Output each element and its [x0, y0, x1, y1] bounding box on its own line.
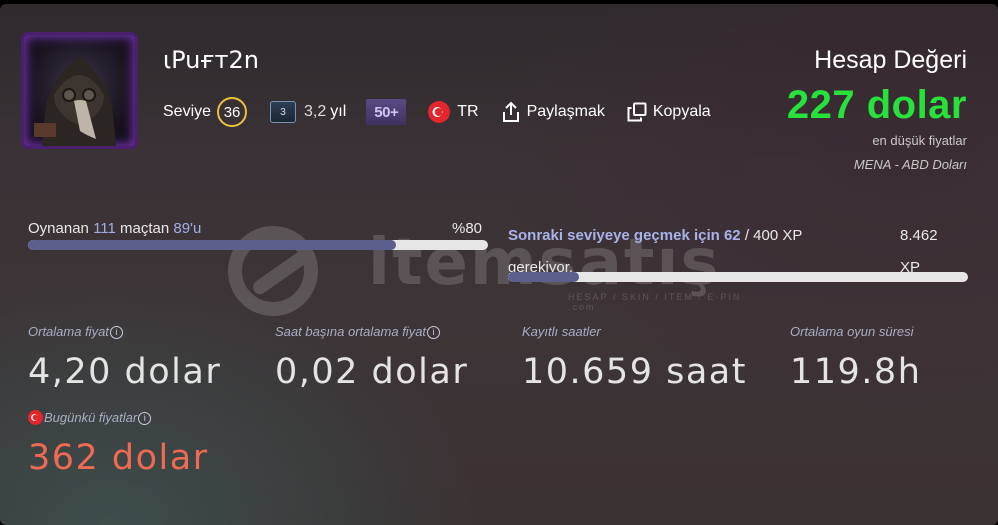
played-prefix: Oynanan — [28, 220, 89, 237]
next-level-rest: / 400 XP — [740, 227, 803, 244]
account-card: itemsatış HESAP / SKIN / ITEM / E-PIN .c… — [0, 4, 998, 525]
xp-progress-bar — [508, 272, 968, 282]
info-icon[interactable]: i — [138, 412, 152, 425]
played-middle: maçtan — [120, 220, 170, 237]
hourly-price-label-text: Saat başına ortalama fiyat — [275, 324, 427, 339]
hourly-price-value: 0,02 dolar — [275, 352, 469, 392]
avg-playtime-label: Ortalama oyun süresi — [790, 324, 914, 339]
avg-playtime-value: 119.8h — [790, 352, 922, 392]
xp-progress-fill — [508, 272, 580, 282]
played-progress-fill — [28, 240, 396, 250]
today-price-label-text: Bugünkü fiyatlar — [44, 410, 138, 425]
account-value-note: en düşük fiyatlar — [872, 133, 967, 148]
account-value-amount: 227 dolar — [786, 83, 967, 127]
country-code: TR — [457, 103, 479, 120]
played-progress-bar — [28, 240, 488, 250]
info-icon[interactable]: i — [427, 326, 441, 339]
profile-meta-row: Seviye 36 3 3,2 yıl 50+ TR Paylaşmak Kop… — [163, 97, 711, 127]
share-button[interactable]: Paylaşmak — [527, 103, 605, 121]
played-total: 89'u — [173, 220, 202, 237]
played-percent: %80 — [452, 220, 483, 237]
watermark-tagline: HESAP / SKIN / ITEM / E-PIN .com — [568, 292, 742, 312]
turkey-flag-icon — [28, 410, 43, 425]
info-icon[interactable]: i — [109, 326, 123, 339]
avg-price-label-text: Ortalama fiyat — [28, 324, 109, 339]
copy-button[interactable]: Kopyala — [653, 103, 711, 121]
account-value-region: MENA - ABD Doları — [853, 157, 967, 172]
hourly-price-label: Saat başına ortalama fiyat i — [275, 324, 441, 339]
played-count: 111 — [93, 220, 116, 237]
level-badge: 36 — [217, 97, 248, 127]
avg-price-value: 4,20 dolar — [28, 352, 222, 392]
registered-hours-value: 10.659 saat — [522, 352, 747, 392]
years-badge-icon: 3 — [270, 101, 297, 123]
account-age-unit: yıl — [330, 103, 347, 120]
plague-doctor-avatar-icon — [34, 57, 116, 146]
level-label: Seviye — [163, 103, 212, 120]
copy-icon[interactable] — [627, 102, 647, 122]
played-matches-label: Oynanan 111 maçtan 89'u — [28, 220, 201, 237]
today-price-label: Bugünkü fiyatlar i — [28, 410, 152, 425]
share-icon[interactable] — [501, 101, 521, 123]
account-age: 3,2 — [304, 103, 327, 120]
avg-price-label: Ortalama fiyat i — [28, 324, 123, 339]
account-value-title: Hesap Değeri — [814, 46, 967, 74]
username: ιPuғт2n — [163, 46, 260, 74]
registered-hours-label: Kayıtlı saatler — [522, 324, 601, 339]
turkey-flag-icon — [428, 101, 451, 123]
xp-value: 8.462 — [900, 227, 938, 244]
today-price-value: 362 dolar — [28, 438, 209, 478]
avatar[interactable] — [24, 35, 135, 146]
games-count-badge: 50+ — [366, 99, 407, 125]
next-level-bold: Sonraki seviyeye geçmek için 62 — [508, 227, 741, 244]
